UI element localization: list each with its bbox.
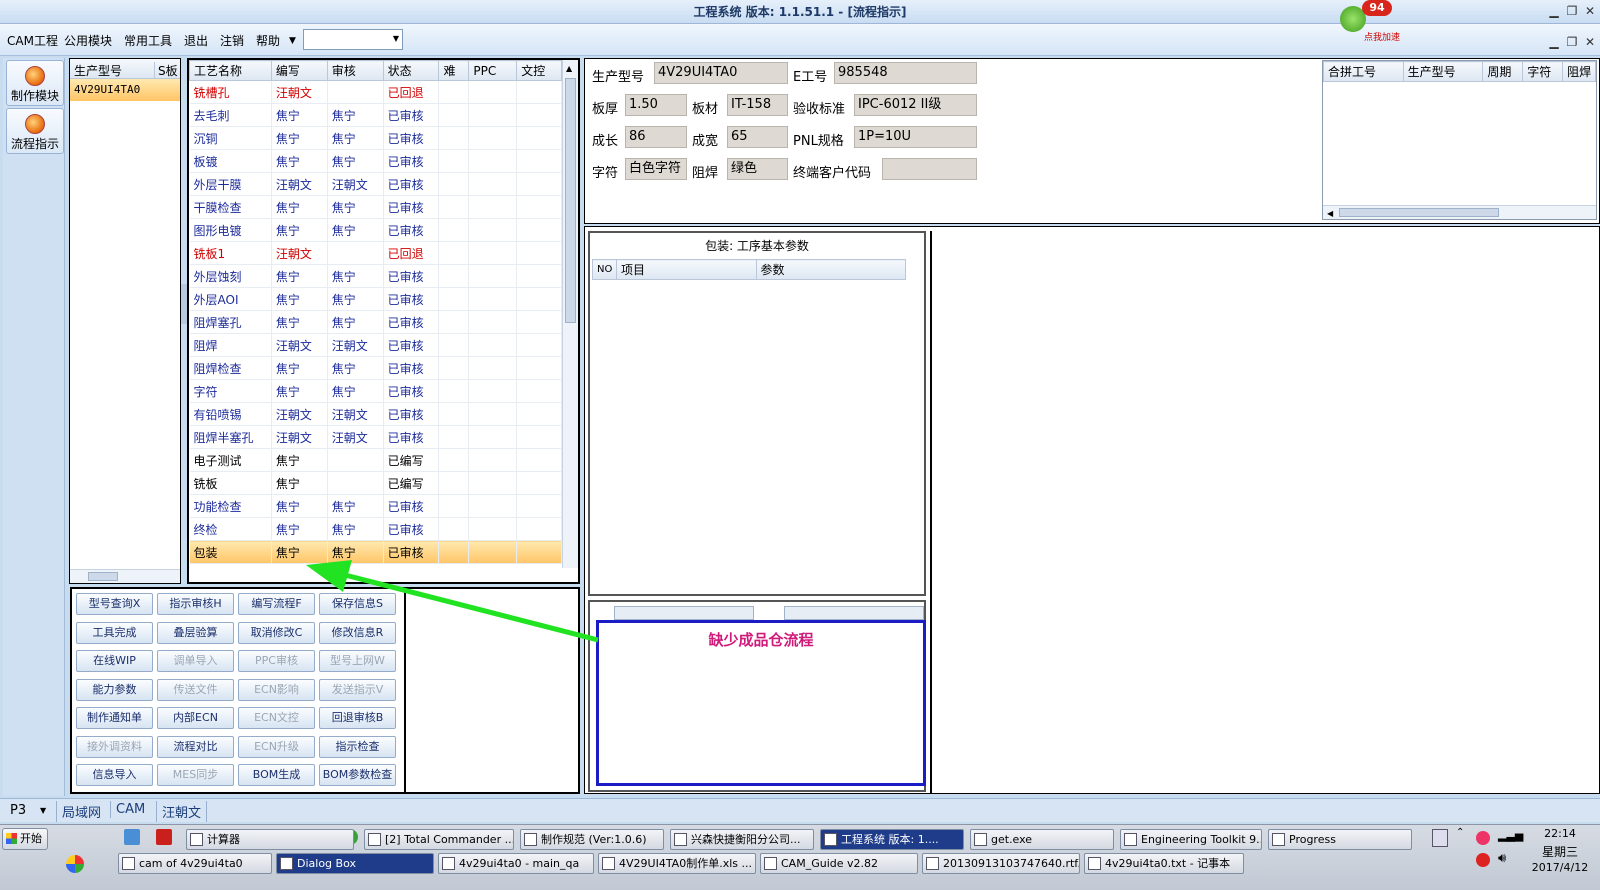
- taskbar-item[interactable]: 20130913103747640.rtf...: [922, 853, 1080, 874]
- taskbar-item[interactable]: Dialog Box: [276, 853, 434, 874]
- quicklaunch-icon-2[interactable]: [124, 829, 140, 845]
- taskbar-item[interactable]: 4V29UI4TA0制作单.xls ...: [598, 853, 756, 874]
- taskbar-item[interactable]: 4v29ui4ta0.txt - 记事本: [1084, 853, 1244, 874]
- status-p3[interactable]: P3: [10, 803, 26, 818]
- taskbar-item-label: 工程系统 版本: 1....: [841, 833, 939, 846]
- app-icon: [1124, 833, 1137, 846]
- start-button[interactable]: 开始: [2, 828, 48, 850]
- app-icon: [524, 833, 537, 846]
- taskbar-item-label: cam of 4v29ui4ta0: [139, 857, 243, 870]
- taskbar-item[interactable]: 兴森快捷衡阳分公司...: [670, 829, 814, 850]
- signal-icon[interactable]: ▂▃▅: [1498, 829, 1523, 842]
- tray-app-icon-2[interactable]: [1476, 853, 1490, 867]
- taskbar-item-label: 20130913103747640.rtf...: [943, 857, 1080, 870]
- status-cam: CAM: [110, 801, 150, 818]
- taskbar-item[interactable]: 制作规范 (Ver:1.0.6): [520, 829, 664, 850]
- taskbar-item-label: Engineering Toolkit 9....: [1141, 833, 1262, 846]
- windows-logo-icon: [6, 833, 17, 844]
- app-icon: [1088, 857, 1101, 870]
- app-icon: [1272, 833, 1285, 846]
- app-icon: [602, 857, 615, 870]
- taskbar-item[interactable]: [2] Total Commander ...: [364, 829, 514, 850]
- app-icon: [190, 833, 203, 846]
- taskbar-item[interactable]: cam of 4v29ui4ta0: [118, 853, 272, 874]
- taskbar-item[interactable]: CAM_Guide v2.82: [760, 853, 918, 874]
- taskbar-item-label: 计算器: [207, 833, 240, 846]
- taskbar-item-label: get.exe: [991, 833, 1033, 846]
- app-icon: [280, 857, 293, 870]
- app-icon: [926, 857, 939, 870]
- quicklaunch-icon[interactable]: [66, 855, 84, 873]
- taskbar-item[interactable]: 计算器: [186, 829, 354, 850]
- clock-date: 2017/4/12: [1531, 861, 1589, 874]
- app-icon: [674, 833, 687, 846]
- taskbar-item[interactable]: Engineering Toolkit 9....: [1120, 829, 1262, 850]
- taskbar-item[interactable]: 4v29ui4ta0 - main_qa: [438, 853, 594, 874]
- pdf-icon[interactable]: [156, 829, 172, 845]
- taskbar-item-label: 4v29ui4ta0 - main_qa: [459, 857, 580, 870]
- taskbar-item-label: Dialog Box: [297, 857, 356, 870]
- tray-app-icon[interactable]: [1476, 831, 1490, 845]
- tray-expand-icon[interactable]: ⌃: [1456, 827, 1464, 838]
- taskbar-item-label: 兴森快捷衡阳分公司...: [691, 833, 801, 846]
- clock-time[interactable]: 22:14: [1524, 827, 1596, 840]
- status-bar: P3 ▼ 局域网 CAM 汪朝文: [0, 798, 1600, 822]
- status-user: 汪朝文: [156, 801, 208, 822]
- chevron-down-icon[interactable]: ▼: [40, 806, 46, 815]
- taskbar-item[interactable]: 工程系统 版本: 1....: [820, 829, 964, 850]
- taskbar: 开始 ⌃ ▂▃▅ 🔊︎ 22:14 星期三 2017/4/12 计算器 [2] T…: [0, 824, 1600, 890]
- status-network: 局域网: [56, 801, 106, 822]
- app-icon: [442, 857, 455, 870]
- app-icon: [764, 857, 777, 870]
- taskbar-item-label: CAM_Guide v2.82: [781, 857, 878, 870]
- start-label: 开始: [20, 832, 42, 845]
- app-icon: [974, 833, 987, 846]
- taskbar-item[interactable]: Progress: [1268, 829, 1412, 850]
- taskbar-item-label: 制作规范 (Ver:1.0.6): [541, 833, 647, 846]
- taskbar-item-label: Progress: [1289, 833, 1336, 846]
- app-icon: [824, 833, 837, 846]
- app-icon: [368, 833, 381, 846]
- volume-icon[interactable]: 🔊︎: [1498, 851, 1506, 866]
- tray-window-icon[interactable]: [1432, 829, 1448, 847]
- taskbar-item[interactable]: get.exe: [970, 829, 1114, 850]
- taskbar-item-label: 4v29ui4ta0.txt - 记事本: [1105, 857, 1231, 870]
- app-icon: [122, 857, 135, 870]
- clock-weekday: 星期三: [1541, 845, 1578, 859]
- annotation-arrow: [306, 560, 599, 643]
- taskbar-item-label: 4V29UI4TA0制作单.xls ...: [619, 857, 752, 870]
- taskbar-item-label: [2] Total Commander ...: [385, 833, 514, 846]
